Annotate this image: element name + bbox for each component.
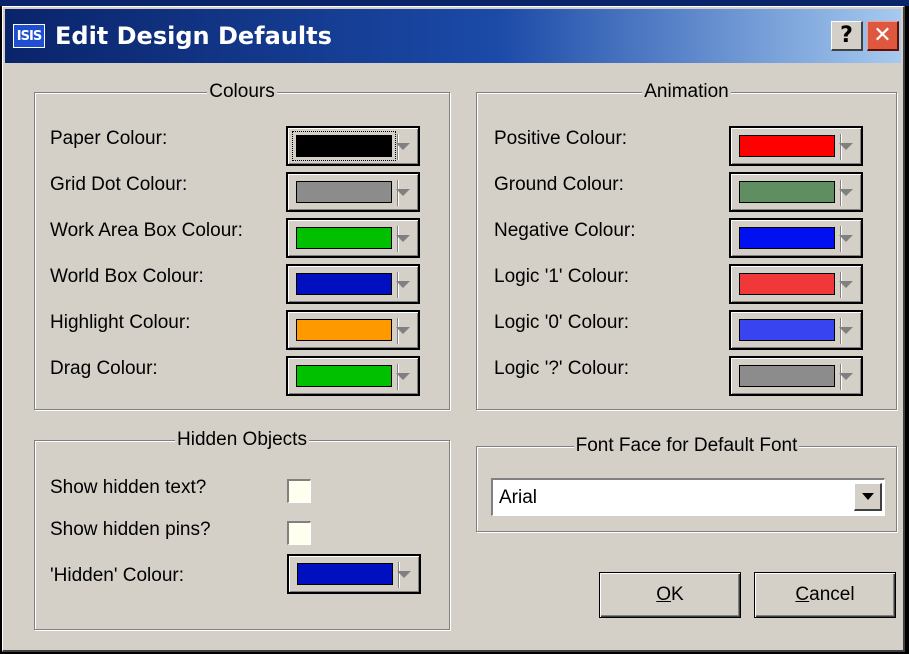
logic-0-colour-picker[interactable] [729, 310, 863, 350]
logic-unknown-colour-row: Logic '?' Colour: [494, 358, 629, 380]
paper-colour-label: Paper Colour: [50, 128, 168, 149]
show-hidden-pins-checkbox[interactable] [287, 521, 311, 545]
world-box-colour-swatch [296, 273, 392, 295]
chevron-down-icon [396, 235, 410, 242]
positive-colour-picker[interactable] [729, 126, 863, 166]
logic-1-colour-row: Logic '1' Colour: [494, 266, 629, 288]
chevron-down-icon [397, 571, 411, 578]
logic-unknown-colour-swatch [739, 365, 835, 387]
logic-0-colour-label: Logic '0' Colour: [494, 312, 630, 333]
ground-colour-label: Ground Colour: [494, 174, 624, 195]
drag-colour-swatch [296, 365, 392, 387]
logic-1-colour-picker[interactable] [729, 264, 863, 304]
dialog-title: Edit Design Defaults [55, 22, 332, 50]
chevron-down-icon [396, 327, 410, 334]
grid-dot-colour-label: Grid Dot Colour: [50, 174, 188, 195]
paper-colour-picker[interactable] [286, 126, 420, 166]
cancel-mnemonic: C [795, 584, 810, 605]
world-box-colour-picker[interactable] [286, 264, 420, 304]
ok-button[interactable]: OK [599, 572, 741, 618]
isis-app-icon: ISIS [13, 24, 45, 48]
hidden-colour-label: 'Hidden' Colour: [50, 565, 184, 586]
highlight-colour-row: Highlight Colour: [50, 312, 190, 334]
logic-1-colour-swatch [739, 273, 835, 295]
work-area-box-colour-row: Work Area Box Colour: [50, 220, 243, 242]
negative-colour-swatch [739, 227, 835, 249]
positive-colour-label: Positive Colour: [494, 128, 628, 149]
grid-dot-colour-row: Grid Dot Colour: [50, 174, 187, 196]
show-hidden-pins-row: Show hidden pins? [50, 519, 211, 541]
font-face-select[interactable]: Arial [491, 478, 885, 516]
font-face-value: Arial [499, 486, 538, 508]
hidden-colour-picker[interactable] [287, 554, 421, 594]
negative-colour-picker[interactable] [729, 218, 863, 258]
chevron-down-icon [396, 373, 410, 380]
chevron-down-icon [839, 281, 853, 288]
cancel-label-rest: ancel [809, 584, 855, 605]
question-mark-icon: ? [840, 23, 853, 48]
highlight-colour-swatch [296, 319, 392, 341]
hidden-objects-group: Hidden Objects Show hidden text? Show hi… [34, 429, 450, 630]
chevron-down-icon [839, 235, 853, 242]
font-face-group: Font Face for Default Font Arial [476, 435, 897, 532]
work-area-box-colour-picker[interactable] [286, 218, 420, 258]
world-box-colour-label: World Box Colour: [50, 266, 204, 287]
work-area-box-colour-label: Work Area Box Colour: [50, 220, 243, 241]
edit-design-defaults-dialog: ISIS Edit Design Defaults ? ✕ Colours Pa… [2, 6, 905, 652]
ok-label-rest: K [671, 584, 684, 605]
drag-colour-label: Drag Colour: [50, 358, 158, 379]
ground-colour-picker[interactable] [729, 172, 863, 212]
chevron-down-icon [839, 373, 853, 380]
show-hidden-text-checkbox[interactable] [287, 479, 311, 503]
highlight-colour-label: Highlight Colour: [50, 312, 191, 333]
chevron-down-icon[interactable] [854, 483, 882, 511]
grid-dot-colour-picker[interactable] [286, 172, 420, 212]
logic-0-colour-row: Logic '0' Colour: [494, 312, 629, 334]
screen: ISIS Edit Design Defaults ? ✕ Colours Pa… [0, 0, 909, 654]
paper-colour-row: Paper Colour: [50, 128, 167, 150]
ok-mnemonic: O [656, 584, 672, 605]
chevron-down-icon [839, 143, 853, 150]
animation-group: Animation Positive Colour: Ground Colour… [476, 81, 897, 410]
hidden-colour-row: 'Hidden' Colour: [50, 565, 184, 587]
positive-colour-row: Positive Colour: [494, 128, 627, 150]
colours-group: Colours Paper Colour: Grid Dot Colour: W… [34, 81, 450, 410]
drag-colour-row: Drag Colour: [50, 358, 158, 380]
world-box-colour-row: World Box Colour: [50, 266, 204, 288]
hidden-objects-group-title: Hidden Objects [175, 429, 309, 450]
close-button[interactable]: ✕ [867, 21, 899, 51]
ground-colour-row: Ground Colour: [494, 174, 624, 196]
ground-colour-swatch [739, 181, 835, 203]
chevron-down-icon [396, 189, 410, 196]
colours-group-title: Colours [207, 81, 277, 102]
font-face-group-title: Font Face for Default Font [573, 435, 800, 456]
highlight-colour-picker[interactable] [286, 310, 420, 350]
title-bar[interactable]: ISIS Edit Design Defaults ? ✕ [5, 9, 901, 63]
show-hidden-pins-label: Show hidden pins? [50, 519, 211, 540]
paper-colour-swatch [292, 131, 396, 161]
hidden-colour-swatch [297, 563, 393, 585]
drag-colour-picker[interactable] [286, 356, 420, 396]
positive-colour-swatch [739, 135, 835, 157]
show-hidden-text-label: Show hidden text? [50, 477, 207, 498]
animation-group-title: Animation [642, 81, 731, 102]
work-area-box-colour-swatch [296, 227, 392, 249]
grid-dot-colour-swatch [296, 181, 392, 203]
negative-colour-row: Negative Colour: [494, 220, 636, 242]
chevron-down-icon [839, 327, 853, 334]
chevron-down-icon [396, 143, 410, 150]
close-icon: ✕ [873, 23, 892, 48]
logic-1-colour-label: Logic '1' Colour: [494, 266, 630, 287]
chevron-down-icon [839, 189, 853, 196]
negative-colour-label: Negative Colour: [494, 220, 636, 241]
help-button[interactable]: ? [831, 21, 863, 51]
logic-0-colour-swatch [739, 319, 835, 341]
show-hidden-text-row: Show hidden text? [50, 477, 206, 499]
logic-unknown-colour-picker[interactable] [729, 356, 863, 396]
cancel-button[interactable]: Cancel [754, 572, 896, 618]
logic-unknown-colour-label: Logic '?' Colour: [494, 358, 630, 379]
chevron-down-icon [396, 281, 410, 288]
